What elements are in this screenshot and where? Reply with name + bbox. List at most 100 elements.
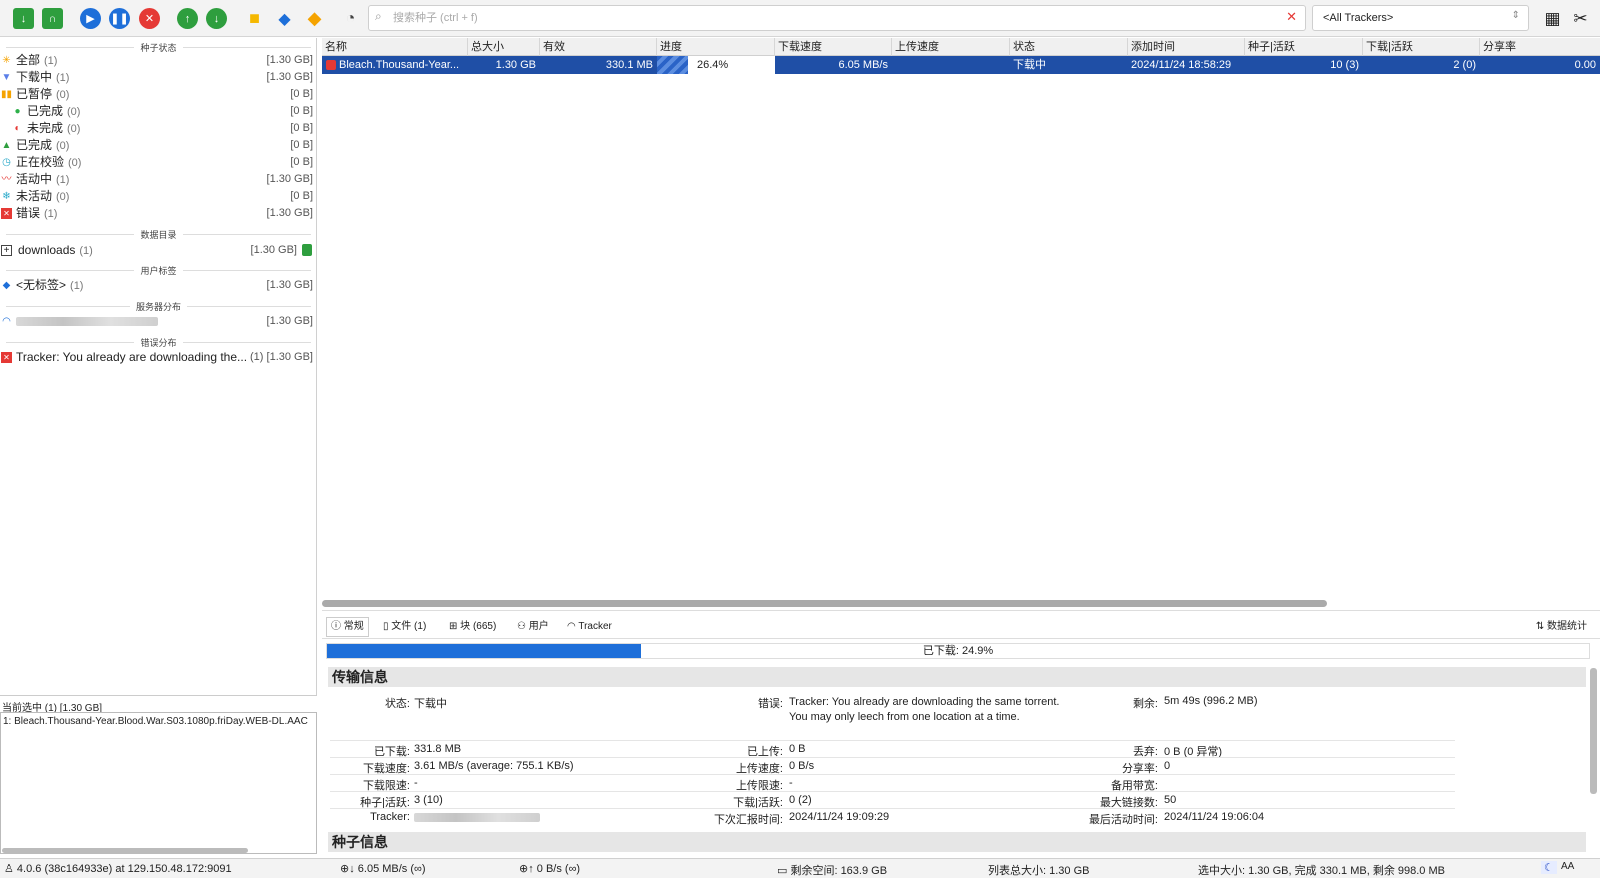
col-progress[interactable]: 进度 bbox=[657, 38, 775, 56]
selection-item[interactable]: 1: Bleach.Thousand-Year.Blood.War.S03.10… bbox=[1, 713, 316, 730]
up-speed-status[interactable]: ⊕↑ 0 B/s (∞) bbox=[519, 862, 580, 875]
toolbar: ↓ ∩ ▶ ❚❚ ✕ ↑ ↓ ■ ◆ ◆ ◔ ⌕ ✕ <All Trackers… bbox=[0, 0, 1600, 37]
dir-size: [1.30 GB] bbox=[250, 244, 297, 256]
filter-active[interactable]: 〰活动中 (1) [1.30 GB] bbox=[0, 171, 315, 188]
col-peers[interactable]: 下载|活跃 bbox=[1363, 38, 1480, 56]
settings-tools-icon[interactable]: ✂ bbox=[1570, 8, 1591, 29]
row-progress-text: 26.4% bbox=[697, 59, 729, 71]
search-input[interactable] bbox=[393, 9, 1273, 27]
tab-pieces[interactable]: ⊞ 块 (665) bbox=[444, 617, 501, 637]
theme-toggle-icon[interactable]: ☾ bbox=[1541, 861, 1557, 874]
move-up-icon[interactable]: ↑ bbox=[177, 8, 198, 29]
splitter[interactable] bbox=[0, 695, 317, 696]
col-added[interactable]: 添加时间 bbox=[1128, 38, 1245, 56]
remain-value: 5m 49s (996.2 MB) bbox=[1164, 695, 1258, 707]
tab-tracker[interactable]: ◠ Tracker bbox=[562, 617, 617, 637]
tab-files[interactable]: ▯ 文件 (1) bbox=[378, 617, 431, 637]
filter-count: (0) bbox=[68, 157, 82, 169]
error-icon: ✕ bbox=[1, 208, 12, 219]
speed-limit-icon[interactable]: ◔ bbox=[340, 8, 361, 29]
tracker-filter-select[interactable]: <All Trackers> ⇕ bbox=[1312, 5, 1529, 31]
filter-label: 活动中 bbox=[16, 172, 53, 186]
upload-icon: ▲ bbox=[1, 140, 12, 151]
table-header: 名称 总大小 有效 进度 下载速度 上传速度 状态 添加时间 种子|活跃 下载|… bbox=[322, 38, 1600, 56]
filter-paused[interactable]: ▮▮ 已暂停 (0) [0 B] bbox=[0, 86, 315, 103]
error-icon: ✕ bbox=[1, 352, 12, 363]
server-item[interactable]: ◠ [1.30 GB] bbox=[0, 313, 315, 330]
expand-icon[interactable]: + bbox=[1, 245, 12, 256]
clear-search-icon[interactable]: ✕ bbox=[1286, 9, 1297, 25]
tag-none[interactable]: ◆ <无标签> (1) [1.30 GB] bbox=[0, 277, 315, 294]
layout-grid-icon[interactable]: ▦ bbox=[1542, 8, 1563, 29]
filter-size: [0 B] bbox=[290, 105, 313, 117]
filter-count: (0) bbox=[56, 89, 70, 101]
tag-count: (1) bbox=[70, 280, 84, 292]
filter-completed[interactable]: ▲ 已完成 (0) [0 B] bbox=[0, 137, 315, 154]
filter-inactive[interactable]: ❄ 未活动 (0) [0 B] bbox=[0, 188, 315, 205]
filter-size: [1.30 GB] bbox=[266, 71, 313, 83]
remove-icon[interactable]: ✕ bbox=[139, 8, 160, 29]
col-name[interactable]: 名称 bbox=[322, 38, 468, 56]
clock-icon: ◷ bbox=[2, 157, 11, 168]
filter-count: (0) bbox=[56, 191, 70, 203]
col-valid[interactable]: 有效 bbox=[540, 38, 657, 56]
activity-icon: 〰 bbox=[1, 174, 12, 185]
font-size-toggle[interactable]: AA bbox=[1561, 861, 1574, 872]
dir-downloads[interactable]: + downloads (1) [1.30 GB] bbox=[0, 241, 315, 260]
section-tags: 用户标签 bbox=[0, 264, 317, 276]
dir-label: downloads bbox=[18, 243, 76, 257]
table-row[interactable]: Bleach.Thousand-Year... 1.30 GB 330.1 MB… bbox=[322, 56, 1600, 74]
tag-icon[interactable]: ◆ bbox=[274, 8, 295, 29]
tab-peers[interactable]: ⚇ 用户 bbox=[512, 617, 554, 637]
warning-icon[interactable]: ◆ bbox=[304, 8, 325, 29]
col-seeds[interactable]: 种子|活跃 bbox=[1245, 38, 1363, 56]
filter-count: (1) bbox=[44, 55, 58, 67]
section-errors: 错误分布 bbox=[0, 336, 317, 348]
col-up-speed[interactable]: 上传速度 bbox=[892, 38, 1010, 56]
tab-general[interactable]: ⓘ 常规 bbox=[326, 617, 369, 637]
down-speed-status[interactable]: ⊕↓ 6.05 MB/s (∞) bbox=[340, 862, 426, 875]
search-box[interactable]: ⌕ ✕ bbox=[368, 5, 1306, 31]
table-scrollbar[interactable] bbox=[322, 600, 1327, 607]
remain-key: 剩余: bbox=[1132, 698, 1158, 710]
maxconn-value: 50 bbox=[1164, 794, 1177, 806]
filter-error[interactable]: ✕ 错误 (1) [1.30 GB] bbox=[0, 205, 315, 222]
col-state[interactable]: 状态 bbox=[1010, 38, 1128, 56]
start-icon[interactable]: ▶ bbox=[80, 8, 101, 29]
col-size[interactable]: 总大小 bbox=[468, 38, 540, 56]
filter-downloading[interactable]: ▼ 下载中 (1) [1.30 GB] bbox=[0, 69, 315, 86]
filter-checking[interactable]: ◷ 正在校验 (0) [0 B] bbox=[0, 154, 315, 171]
add-torrent-icon[interactable]: ↓ bbox=[13, 8, 34, 29]
pause-icon[interactable]: ❚❚ bbox=[109, 8, 130, 29]
add-magnet-icon[interactable]: ∩ bbox=[42, 8, 63, 29]
download-progress-bar: 已下载: 24.9% bbox=[326, 643, 1590, 659]
details-scrollbar[interactable] bbox=[1590, 668, 1597, 794]
cell-up-speed bbox=[892, 56, 1010, 74]
detail-tabs: ⓘ 常规 ▯ 文件 (1) ⊞ 块 (665) ⚇ 用户 ◠ Tracker ⇅… bbox=[322, 614, 1600, 639]
selection-scrollbar[interactable] bbox=[2, 848, 248, 853]
chevron-updown-icon: ⇕ bbox=[1511, 10, 1520, 21]
selection-list[interactable]: 1: Bleach.Thousand-Year.Blood.War.S03.10… bbox=[0, 712, 317, 854]
move-down-icon[interactable]: ↓ bbox=[206, 8, 227, 29]
stats-button[interactable]: ⇅ 数据统计 bbox=[1531, 617, 1592, 637]
asterisk-icon: ✳ bbox=[2, 55, 11, 66]
cell-added: 2024/11/24 18:58:29 bbox=[1131, 59, 1232, 71]
filter-label: 已暂停 bbox=[16, 87, 53, 101]
filter-label: 全部 bbox=[16, 53, 41, 67]
error-status-icon bbox=[326, 60, 336, 70]
filter-size: [0 B] bbox=[290, 122, 313, 134]
filter-all[interactable]: ✳ 全部 (1) [1.30 GB] bbox=[0, 52, 315, 69]
error-item[interactable]: ✕ Tracker: You already are downloading th… bbox=[0, 349, 315, 366]
col-down-speed[interactable]: 下载速度 bbox=[775, 38, 892, 56]
redacted-server bbox=[16, 317, 158, 327]
splitter[interactable] bbox=[322, 610, 1600, 611]
cell-state: 下载中 bbox=[1013, 59, 1046, 71]
filter-size: [1.30 GB] bbox=[266, 207, 313, 219]
cell-seeds: 10 (3) bbox=[1330, 59, 1359, 71]
col-ratio[interactable]: 分享率 bbox=[1480, 38, 1600, 56]
folder-icon[interactable]: ■ bbox=[244, 8, 265, 29]
filter-count: (0) bbox=[67, 123, 81, 135]
filter-paused-incomplete[interactable]: ◐ 未完成 (0) [0 B] bbox=[0, 120, 315, 137]
torrent-table: 名称 总大小 有效 进度 下载速度 上传速度 状态 添加时间 种子|活跃 下载|… bbox=[322, 38, 1600, 598]
filter-paused-complete[interactable]: ● 已完成 (0) [0 B] bbox=[0, 103, 315, 120]
